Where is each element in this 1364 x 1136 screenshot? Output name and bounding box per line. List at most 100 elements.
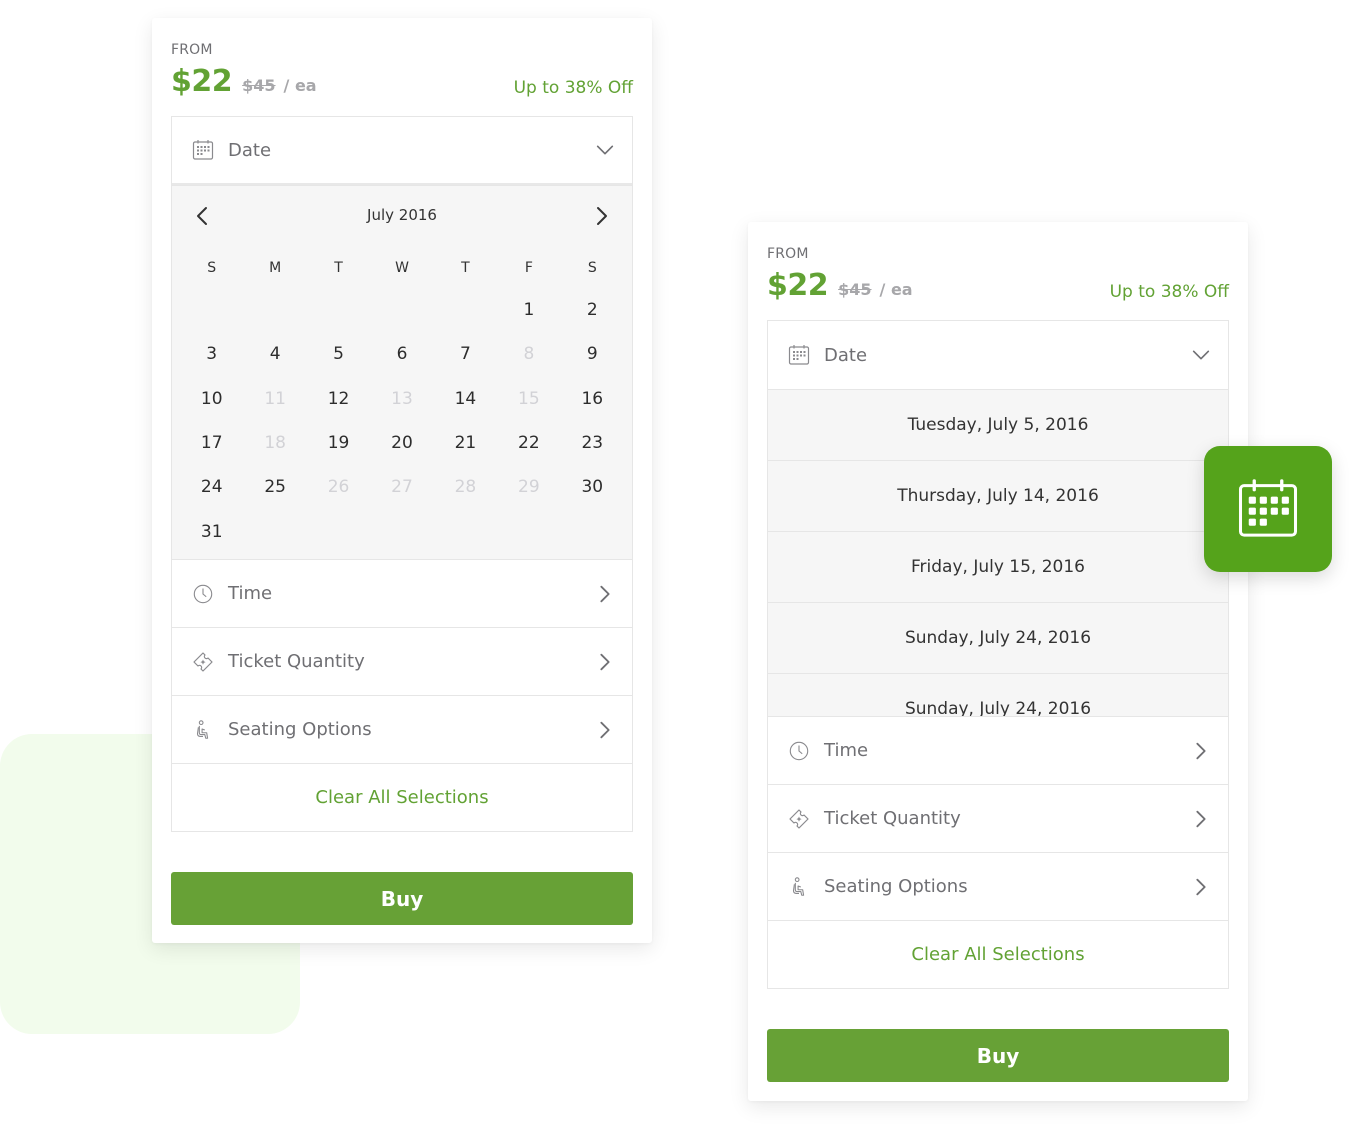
- price-row: $22 $45 / ea: [767, 268, 913, 303]
- ticket-icon: [786, 806, 812, 832]
- chevron-down-icon: [594, 139, 616, 161]
- buy-button[interactable]: Buy: [767, 1029, 1229, 1082]
- calendar-day-disabled: 8: [523, 344, 535, 365]
- calendar-day-disabled: 28: [454, 477, 477, 498]
- calendar-day[interactable]: 9: [561, 332, 624, 376]
- weekday-header: T: [461, 260, 470, 276]
- date-label: Date: [228, 139, 272, 161]
- calendar-day[interactable]: 3: [180, 332, 243, 376]
- calendar-day[interactable]: 4: [243, 332, 306, 376]
- seat-icon: [786, 874, 812, 900]
- calendar-picker: July 2016 S M T W T F S 1 2 3 4 5 6 7 8 9 10 11 12 13 14 15 16…: [172, 185, 632, 559]
- weekday-header: W: [395, 260, 409, 276]
- weekday-header: F: [524, 260, 533, 276]
- discount-label: Up to 38% Off: [513, 78, 633, 98]
- next-month-button[interactable]: [590, 204, 614, 228]
- price-header: FROM $22 $45 / ea Up to 38% Off: [767, 222, 1229, 320]
- weekday-header: S: [207, 260, 217, 276]
- calendar-empty-cell: [307, 288, 370, 332]
- date-dropdown[interactable]: Date: [768, 321, 1228, 389]
- weekday-header: M: [269, 260, 282, 276]
- chevron-down-icon: [1190, 344, 1212, 366]
- calendar-day[interactable]: 16: [561, 377, 624, 421]
- calendar-day[interactable]: 10: [180, 377, 243, 421]
- calendar-day[interactable]: 5: [307, 332, 370, 376]
- calendar-day-disabled: 18: [264, 433, 286, 454]
- time-selector[interactable]: Time: [768, 716, 1228, 784]
- chevron-right-icon: [594, 583, 616, 605]
- date-option[interactable]: Friday, July 15, 2016: [768, 532, 1228, 603]
- date-option[interactable]: Sunday, July 24, 2016: [768, 603, 1228, 674]
- sale-price: $22: [171, 64, 233, 99]
- chevron-right-icon: [1190, 808, 1212, 830]
- selection-panel: Date July 2016 S M T W T F S 1 2 3 4 5 6 7 8 9 10 11 12 13 1…: [171, 116, 633, 832]
- calendar-day-disabled: 27: [391, 477, 413, 498]
- weekday-header: T: [334, 260, 343, 276]
- calendar-empty-cell: [434, 288, 497, 332]
- clear-all-selections-button[interactable]: Clear All Selections: [172, 763, 632, 831]
- ticket-quantity-selector[interactable]: Ticket Quantity: [768, 784, 1228, 852]
- calendar-day-disabled: 26: [327, 477, 350, 498]
- clock-icon: [786, 738, 812, 764]
- time-selector[interactable]: Time: [172, 559, 632, 627]
- date-label: Date: [824, 344, 868, 366]
- per-unit-label: / ea: [879, 280, 913, 299]
- price-row: $22 $45 / ea: [171, 64, 317, 99]
- calendar-day[interactable]: 22: [497, 421, 560, 465]
- calendar-day[interactable]: 1: [497, 288, 560, 332]
- calendar-day[interactable]: 19: [307, 421, 370, 465]
- calendar-day[interactable]: 17: [180, 421, 243, 465]
- seating-options-label: Seating Options: [228, 719, 372, 740]
- calendar-nav: July 2016: [172, 186, 632, 248]
- buy-button[interactable]: Buy: [171, 872, 633, 925]
- calendar-day[interactable]: 25: [243, 465, 306, 509]
- per-unit-label: / ea: [283, 76, 317, 95]
- selection-panel: Date Tuesday, July 5, 2016 Thursday, July…: [767, 320, 1229, 989]
- date-dropdown[interactable]: Date: [172, 117, 632, 185]
- calendar-day[interactable]: 20: [370, 421, 433, 465]
- calendar-day[interactable]: 14: [434, 377, 497, 421]
- time-label: Time: [824, 740, 869, 761]
- calendar-badge: [1204, 446, 1332, 572]
- ticket-card-calendar: FROM $22 $45 / ea Up to 38% Off Date Jul…: [152, 18, 652, 943]
- seating-options-selector[interactable]: Seating Options: [768, 852, 1228, 920]
- chevron-right-icon: [594, 651, 616, 673]
- calendar-day[interactable]: 23: [561, 421, 624, 465]
- from-label: FROM: [171, 42, 213, 58]
- weekday-header: S: [587, 260, 597, 276]
- calendar-day[interactable]: 6: [370, 332, 433, 376]
- calendar-day[interactable]: 31: [180, 509, 243, 553]
- ticket-icon: [190, 649, 216, 675]
- seating-options-selector[interactable]: Seating Options: [172, 695, 632, 763]
- chevron-right-icon: [594, 719, 616, 741]
- seating-options-label: Seating Options: [824, 876, 968, 897]
- ticket-quantity-selector[interactable]: Ticket Quantity: [172, 627, 632, 695]
- chevron-right-icon: [1190, 740, 1212, 762]
- chevron-right-icon: [1190, 876, 1212, 898]
- ticket-card-date-list: FROM $22 $45 / ea Up to 38% Off Date Tue…: [748, 222, 1248, 1101]
- date-option[interactable]: Tuesday, July 5, 2016: [768, 390, 1228, 461]
- ticket-quantity-label: Ticket Quantity: [824, 808, 961, 829]
- date-options-list[interactable]: Tuesday, July 5, 2016 Thursday, July 14, …: [768, 389, 1228, 716]
- calendar-day[interactable]: 7: [434, 332, 497, 376]
- calendar-day[interactable]: 21: [434, 421, 497, 465]
- date-option[interactable]: Thursday, July 14, 2016: [768, 461, 1228, 532]
- sale-price: $22: [767, 268, 829, 303]
- calendar-month-title: July 2016: [367, 206, 437, 224]
- calendar-empty-cell: [180, 288, 243, 332]
- original-price: $45: [242, 76, 276, 95]
- seat-icon: [190, 717, 216, 743]
- calendar-day[interactable]: 30: [561, 465, 624, 509]
- time-label: Time: [228, 583, 273, 604]
- calendar-grid: S M T W T F S 1 2 3 4 5 6 7 8 9 10 11 12 13 14 15 16 17 18 19 20 21…: [172, 248, 632, 554]
- clear-all-selections-button[interactable]: Clear All Selections: [768, 920, 1228, 988]
- calendar-day[interactable]: 24: [180, 465, 243, 509]
- calendar-icon: [1238, 479, 1298, 537]
- calendar-day[interactable]: 12: [307, 377, 370, 421]
- date-option[interactable]: Sunday, July 24, 2016: [768, 674, 1228, 716]
- calendar-day-disabled: 15: [518, 388, 540, 409]
- original-price: $45: [838, 280, 872, 299]
- calendar-icon: [786, 342, 812, 368]
- calendar-day[interactable]: 2: [561, 288, 624, 332]
- ticket-quantity-label: Ticket Quantity: [228, 651, 365, 672]
